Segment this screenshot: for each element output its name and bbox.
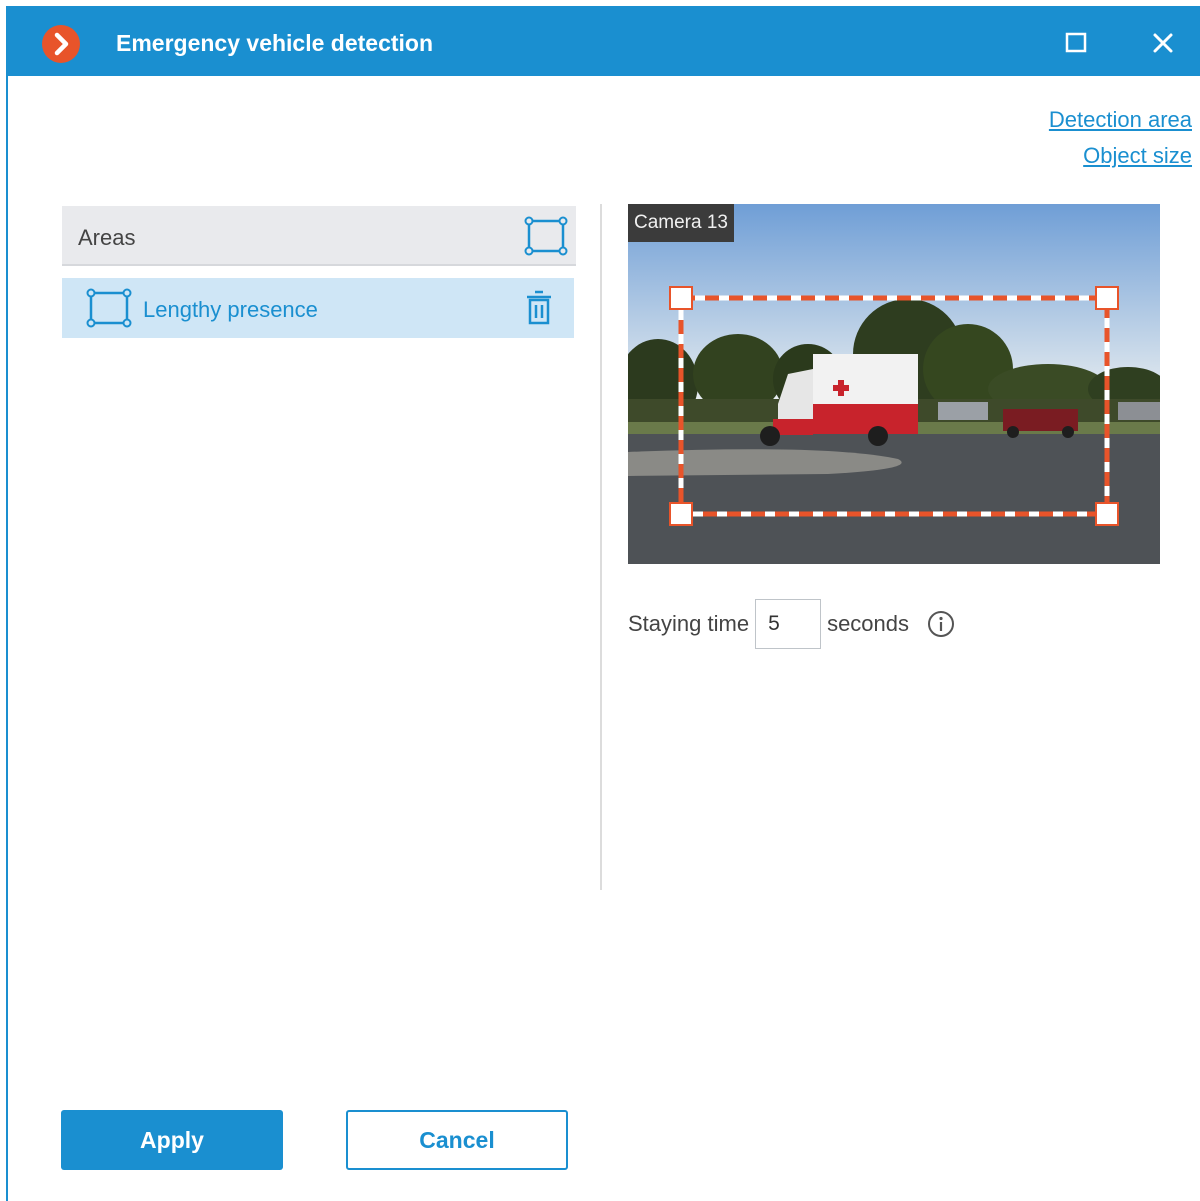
area-shape-icon xyxy=(86,288,132,333)
staying-time-unit: seconds xyxy=(827,611,910,636)
settings-links: Detection area Object size xyxy=(1049,102,1192,174)
close-icon[interactable] xyxy=(1148,28,1178,58)
title-bar: Emergency vehicle detection xyxy=(8,6,1200,76)
areas-title: Areas xyxy=(78,225,136,250)
add-area-icon[interactable] xyxy=(524,216,568,256)
dialog-window: Emergency vehicle detection Detection ar… xyxy=(6,6,1200,1201)
camera-label: Camera 13 xyxy=(628,204,734,242)
window-title: Emergency vehicle detection xyxy=(116,30,434,56)
object-size-link[interactable]: Object size xyxy=(1049,138,1192,174)
apply-button[interactable]: Apply xyxy=(61,1110,283,1170)
camera-image xyxy=(628,204,1160,564)
area-item[interactable]: Lengthy presence xyxy=(62,278,574,338)
staying-time-input[interactable] xyxy=(755,599,822,649)
app-logo-icon xyxy=(42,25,80,63)
detection-area-link[interactable]: Detection area xyxy=(1049,102,1192,138)
staying-time-row: Staying time seconds xyxy=(628,598,955,650)
maximize-icon[interactable] xyxy=(1061,28,1091,58)
cancel-button[interactable]: Cancel xyxy=(346,1110,568,1170)
area-item-label: Lengthy presence xyxy=(143,297,318,322)
camera-preview: Camera 13 xyxy=(628,204,1160,564)
staying-time-label: Staying time xyxy=(628,611,750,636)
trash-icon[interactable] xyxy=(524,288,554,328)
areas-header: Areas xyxy=(62,206,576,266)
info-icon[interactable] xyxy=(927,610,955,638)
panel-divider xyxy=(600,204,602,890)
